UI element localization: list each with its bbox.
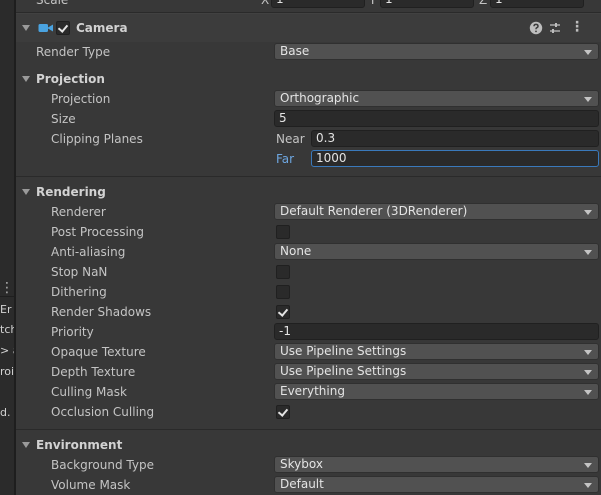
dropdown-arrow-icon (584, 97, 592, 102)
kebab-menu-icon[interactable]: ⋮ (570, 17, 584, 37)
section-separator (16, 429, 601, 430)
opaque-texture-label: Opaque Texture (51, 345, 146, 359)
environment-foldout-icon[interactable] (22, 442, 30, 448)
volume-mask-label: Volume Mask (51, 478, 131, 492)
scale-z-axis: Z (479, 0, 488, 7)
opaque-texture-value: Use Pipeline Settings (280, 344, 407, 358)
scale-x-field[interactable]: 1 (271, 0, 365, 8)
renderer-label: Renderer (51, 205, 106, 219)
component-foldout-icon[interactable] (22, 25, 30, 31)
scale-label: Scale (36, 0, 69, 7)
panel-separator (0, 296, 14, 297)
depth-texture-value: Use Pipeline Settings (280, 364, 407, 378)
rendering-header[interactable]: Rendering (36, 184, 106, 200)
size-field[interactable]: 5 (274, 110, 599, 127)
scale-y-axis: Y (369, 0, 377, 7)
projection-foldout-icon[interactable] (22, 76, 30, 82)
dropdown-arrow-icon (584, 390, 592, 395)
component-enabled-checkbox[interactable] (56, 21, 70, 35)
renderer-dropdown[interactable]: Default Renderer (3DRenderer) (274, 203, 599, 220)
occlusion-culling-label: Occlusion Culling (51, 405, 155, 419)
dropdown-arrow-icon (584, 483, 592, 488)
near-field[interactable]: 0.3 (311, 130, 599, 147)
projection-header[interactable]: Projection (36, 71, 105, 87)
scale-x-axis: X (261, 0, 270, 7)
priority-field[interactable]: -1 (274, 323, 599, 340)
depth-texture-dropdown[interactable]: Use Pipeline Settings (274, 363, 599, 380)
checkmark-icon (277, 306, 289, 317)
dropdown-arrow-icon (584, 210, 592, 215)
projection-label: Projection (51, 92, 111, 106)
scale-y-field[interactable]: 1 (380, 0, 474, 8)
left-panel-fragment[interactable]: roi (0, 365, 14, 378)
projection-dropdown[interactable]: Orthographic (274, 90, 599, 107)
left-panel-strip: ⋮ Er tch > a roi d. (0, 0, 14, 495)
dropdown-arrow-icon (584, 463, 592, 468)
far-label: Far (276, 152, 295, 166)
component-title: Camera (76, 21, 128, 35)
dropdown-arrow-icon (584, 370, 592, 375)
size-label: Size (51, 112, 76, 126)
culling-mask-label: Culling Mask (51, 385, 127, 399)
inspector-panel: Scale X 1 Y 1 Z 1 Camera ⋮ Render Type B… (16, 0, 601, 495)
background-type-dropdown[interactable]: Skybox (274, 456, 599, 473)
volume-mask-dropdown[interactable]: Default (274, 476, 599, 493)
priority-label: Priority (51, 325, 94, 339)
dithering-checkbox[interactable] (276, 285, 290, 299)
stop-nan-checkbox[interactable] (276, 265, 290, 279)
projection-value: Orthographic (280, 91, 360, 105)
dropdown-arrow-icon (584, 350, 592, 355)
volume-mask-value: Default (280, 477, 324, 491)
post-processing-label: Post Processing (51, 225, 144, 239)
depth-texture-label: Depth Texture (51, 365, 136, 379)
left-panel-fragment[interactable]: d. (0, 406, 14, 419)
anti-aliasing-value: None (280, 244, 312, 258)
renderer-value: Default Renderer (3DRenderer) (280, 204, 468, 218)
clipping-planes-label: Clipping Planes (51, 132, 143, 146)
dropdown-arrow-icon (584, 250, 592, 255)
render-type-value: Base (280, 44, 310, 58)
render-shadows-checkbox[interactable] (276, 305, 290, 319)
anti-aliasing-label: Anti-aliasing (51, 245, 126, 259)
environment-header[interactable]: Environment (36, 437, 122, 453)
panel-menu-icon[interactable]: ⋮ (0, 280, 14, 296)
rendering-foldout-icon[interactable] (22, 189, 30, 195)
culling-mask-dropdown[interactable]: Everything (274, 383, 599, 400)
stop-nan-label: Stop NaN (51, 265, 108, 279)
preset-icon[interactable] (548, 21, 562, 35)
culling-mask-value: Everything (280, 384, 345, 398)
render-type-label: Render Type (36, 45, 111, 59)
section-separator (16, 176, 601, 177)
help-icon[interactable] (529, 21, 543, 35)
camera-icon (38, 24, 53, 32)
dithering-label: Dithering (51, 285, 107, 299)
near-label: Near (276, 132, 305, 146)
render-shadows-label: Render Shadows (51, 305, 152, 319)
far-field[interactable]: 1000 (311, 150, 599, 167)
checkmark-icon (277, 406, 289, 417)
left-panel-fragment[interactable]: > a (0, 344, 14, 357)
background-type-value: Skybox (280, 457, 323, 471)
occlusion-culling-checkbox[interactable] (276, 405, 290, 419)
left-panel-fragment[interactable]: tch (0, 323, 14, 336)
left-panel-fragment[interactable]: Er (0, 303, 14, 316)
anti-aliasing-dropdown[interactable]: None (274, 243, 599, 260)
scale-z-field[interactable]: 1 (490, 0, 584, 8)
post-processing-checkbox[interactable] (276, 225, 290, 239)
background-type-label: Background Type (51, 458, 154, 472)
dropdown-arrow-icon (584, 50, 592, 55)
opaque-texture-dropdown[interactable]: Use Pipeline Settings (274, 343, 599, 360)
render-type-dropdown[interactable]: Base (274, 43, 599, 60)
